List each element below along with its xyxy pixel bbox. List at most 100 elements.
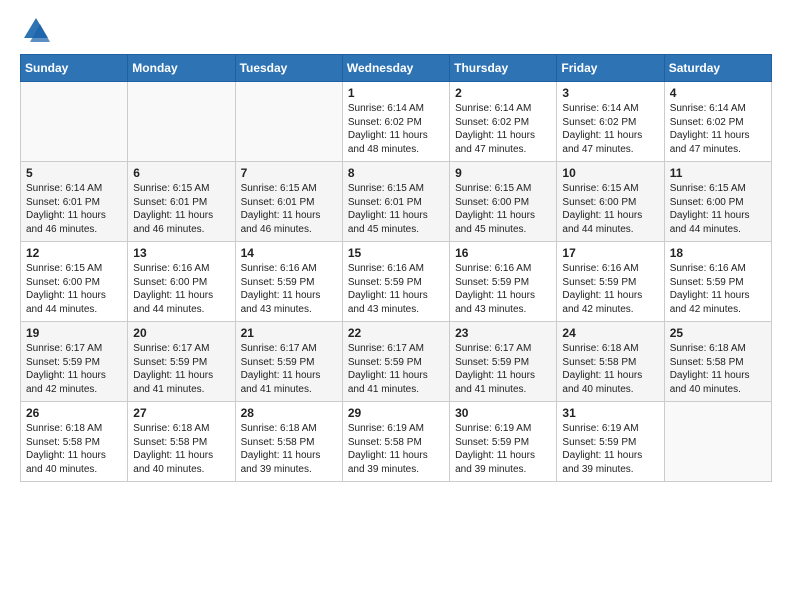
header-friday: Friday <box>557 55 664 82</box>
header-wednesday: Wednesday <box>342 55 449 82</box>
calendar-cell: 30 Sunrise: 6:19 AM Sunset: 5:59 PM Dayli… <box>450 402 557 482</box>
calendar-cell: 13 Sunrise: 6:16 AM Sunset: 6:00 PM Dayli… <box>128 242 235 322</box>
day-info: Sunrise: 6:15 AM Sunset: 6:01 PM Dayligh… <box>241 182 337 236</box>
day-info: Sunrise: 6:18 AM Sunset: 5:58 PM Dayligh… <box>26 422 122 476</box>
day-info: Sunrise: 6:15 AM Sunset: 6:00 PM Dayligh… <box>455 182 551 236</box>
day-info: Sunrise: 6:19 AM Sunset: 5:59 PM Dayligh… <box>455 422 551 476</box>
logo <box>20 16 50 44</box>
day-number: 21 <box>241 326 337 340</box>
day-number: 13 <box>133 246 229 260</box>
header-row: Sunday Monday Tuesday Wednesday Thursday… <box>21 55 772 82</box>
calendar-cell: 14 Sunrise: 6:16 AM Sunset: 5:59 PM Dayli… <box>235 242 342 322</box>
day-number: 23 <box>455 326 551 340</box>
day-number: 14 <box>241 246 337 260</box>
calendar-cell <box>664 402 771 482</box>
day-info: Sunrise: 6:17 AM Sunset: 5:59 PM Dayligh… <box>455 342 551 396</box>
calendar-cell: 25Sunrise: 6:18 AM Sunset: 5:58 PM Dayli… <box>664 322 771 402</box>
day-number: 10 <box>562 166 658 180</box>
calendar-cell: 12 Sunrise: 6:15 AM Sunset: 6:00 PM Dayli… <box>21 242 128 322</box>
calendar-cell: 4 Sunrise: 6:14 AM Sunset: 6:02 PM Daylig… <box>664 82 771 162</box>
day-number: 2 <box>455 86 551 100</box>
day-number: 27 <box>133 406 229 420</box>
day-number: 5 <box>26 166 122 180</box>
day-info: Sunrise: 6:17 AM Sunset: 5:59 PM Dayligh… <box>348 342 444 396</box>
header-sunday: Sunday <box>21 55 128 82</box>
header <box>20 16 772 44</box>
day-number: 4 <box>670 86 766 100</box>
day-number: 8 <box>348 166 444 180</box>
calendar-cell: 28 Sunrise: 6:18 AM Sunset: 5:58 PM Dayli… <box>235 402 342 482</box>
day-number: 9 <box>455 166 551 180</box>
day-info: Sunrise: 6:16 AM Sunset: 5:59 PM Dayligh… <box>241 262 337 316</box>
calendar-week-1: 1 Sunrise: 6:14 AM Sunset: 6:02 PM Daylig… <box>21 82 772 162</box>
calendar-cell: 20 Sunrise: 6:17 AM Sunset: 5:59 PM Dayli… <box>128 322 235 402</box>
day-number: 11 <box>670 166 766 180</box>
day-info: Sunrise: 6:18 AM Sunset: 5:58 PM Dayligh… <box>133 422 229 476</box>
calendar-week-2: 5 Sunrise: 6:14 AM Sunset: 6:01 PM Daylig… <box>21 162 772 242</box>
calendar-cell <box>128 82 235 162</box>
calendar-cell: 18 Sunrise: 6:16 AM Sunset: 5:59 PM Dayli… <box>664 242 771 322</box>
day-number: 18 <box>670 246 766 260</box>
calendar-cell: 21 Sunrise: 6:17 AM Sunset: 5:59 PM Dayli… <box>235 322 342 402</box>
day-info: Sunrise: 6:17 AM Sunset: 5:59 PM Dayligh… <box>241 342 337 396</box>
calendar-week-5: 26 Sunrise: 6:18 AM Sunset: 5:58 PM Dayli… <box>21 402 772 482</box>
day-number: 26 <box>26 406 122 420</box>
calendar-cell: 5 Sunrise: 6:14 AM Sunset: 6:01 PM Daylig… <box>21 162 128 242</box>
day-info: Sunrise: 6:14 AM Sunset: 6:02 PM Dayligh… <box>562 102 658 156</box>
calendar-cell: 19Sunrise: 6:17 AM Sunset: 5:59 PM Dayli… <box>21 322 128 402</box>
calendar-cell: 15 Sunrise: 6:16 AM Sunset: 5:59 PM Dayli… <box>342 242 449 322</box>
calendar-cell: 6Sunrise: 6:15 AM Sunset: 6:01 PM Daylig… <box>128 162 235 242</box>
logo-icon <box>22 16 50 44</box>
day-info: Sunrise: 6:14 AM Sunset: 6:01 PM Dayligh… <box>26 182 122 236</box>
day-number: 16 <box>455 246 551 260</box>
calendar-cell: 27 Sunrise: 6:18 AM Sunset: 5:58 PM Dayli… <box>128 402 235 482</box>
day-info: Sunrise: 6:18 AM Sunset: 5:58 PM Dayligh… <box>241 422 337 476</box>
day-info: Sunrise: 6:16 AM Sunset: 5:59 PM Dayligh… <box>670 262 766 316</box>
day-number: 3 <box>562 86 658 100</box>
day-info: Sunrise: 6:17 AM Sunset: 5:59 PM Dayligh… <box>133 342 229 396</box>
day-info: Sunrise: 6:15 AM Sunset: 6:01 PM Dayligh… <box>133 182 229 236</box>
calendar-cell: 9 Sunrise: 6:15 AM Sunset: 6:00 PM Daylig… <box>450 162 557 242</box>
day-info: Sunrise: 6:15 AM Sunset: 6:00 PM Dayligh… <box>562 182 658 236</box>
day-info: Sunrise: 6:15 AM Sunset: 6:00 PM Dayligh… <box>26 262 122 316</box>
day-number: 28 <box>241 406 337 420</box>
day-number: 12 <box>26 246 122 260</box>
calendar-cell: 31Sunrise: 6:19 AM Sunset: 5:59 PM Dayli… <box>557 402 664 482</box>
day-number: 22 <box>348 326 444 340</box>
day-info: Sunrise: 6:18 AM Sunset: 5:58 PM Dayligh… <box>670 342 766 396</box>
header-monday: Monday <box>128 55 235 82</box>
calendar-table: Sunday Monday Tuesday Wednesday Thursday… <box>20 54 772 482</box>
calendar-cell: 10 Sunrise: 6:15 AM Sunset: 6:00 PM Dayli… <box>557 162 664 242</box>
calendar-cell: 2 Sunrise: 6:14 AM Sunset: 6:02 PM Daylig… <box>450 82 557 162</box>
calendar-week-4: 19Sunrise: 6:17 AM Sunset: 5:59 PM Dayli… <box>21 322 772 402</box>
calendar-cell: 23 Sunrise: 6:17 AM Sunset: 5:59 PM Dayli… <box>450 322 557 402</box>
header-thursday: Thursday <box>450 55 557 82</box>
calendar-cell <box>21 82 128 162</box>
calendar-week-3: 12 Sunrise: 6:15 AM Sunset: 6:00 PM Dayli… <box>21 242 772 322</box>
calendar-page: Sunday Monday Tuesday Wednesday Thursday… <box>0 0 792 498</box>
day-info: Sunrise: 6:19 AM Sunset: 5:59 PM Dayligh… <box>562 422 658 476</box>
day-info: Sunrise: 6:16 AM Sunset: 5:59 PM Dayligh… <box>562 262 658 316</box>
calendar-cell <box>235 82 342 162</box>
day-number: 17 <box>562 246 658 260</box>
calendar-cell: 1 Sunrise: 6:14 AM Sunset: 6:02 PM Daylig… <box>342 82 449 162</box>
header-tuesday: Tuesday <box>235 55 342 82</box>
day-info: Sunrise: 6:15 AM Sunset: 6:01 PM Dayligh… <box>348 182 444 236</box>
day-info: Sunrise: 6:16 AM Sunset: 6:00 PM Dayligh… <box>133 262 229 316</box>
day-info: Sunrise: 6:16 AM Sunset: 5:59 PM Dayligh… <box>348 262 444 316</box>
day-number: 15 <box>348 246 444 260</box>
day-info: Sunrise: 6:19 AM Sunset: 5:58 PM Dayligh… <box>348 422 444 476</box>
day-info: Sunrise: 6:14 AM Sunset: 6:02 PM Dayligh… <box>348 102 444 156</box>
day-number: 24 <box>562 326 658 340</box>
day-info: Sunrise: 6:14 AM Sunset: 6:02 PM Dayligh… <box>670 102 766 156</box>
day-number: 20 <box>133 326 229 340</box>
calendar-cell: 16 Sunrise: 6:16 AM Sunset: 5:59 PM Dayli… <box>450 242 557 322</box>
day-number: 30 <box>455 406 551 420</box>
day-info: Sunrise: 6:16 AM Sunset: 5:59 PM Dayligh… <box>455 262 551 316</box>
calendar-cell: 3 Sunrise: 6:14 AM Sunset: 6:02 PM Daylig… <box>557 82 664 162</box>
calendar-cell: 7Sunrise: 6:15 AM Sunset: 6:01 PM Daylig… <box>235 162 342 242</box>
calendar-cell: 8 Sunrise: 6:15 AM Sunset: 6:01 PM Daylig… <box>342 162 449 242</box>
day-info: Sunrise: 6:14 AM Sunset: 6:02 PM Dayligh… <box>455 102 551 156</box>
day-number: 1 <box>348 86 444 100</box>
calendar-cell: 17 Sunrise: 6:16 AM Sunset: 5:59 PM Dayli… <box>557 242 664 322</box>
